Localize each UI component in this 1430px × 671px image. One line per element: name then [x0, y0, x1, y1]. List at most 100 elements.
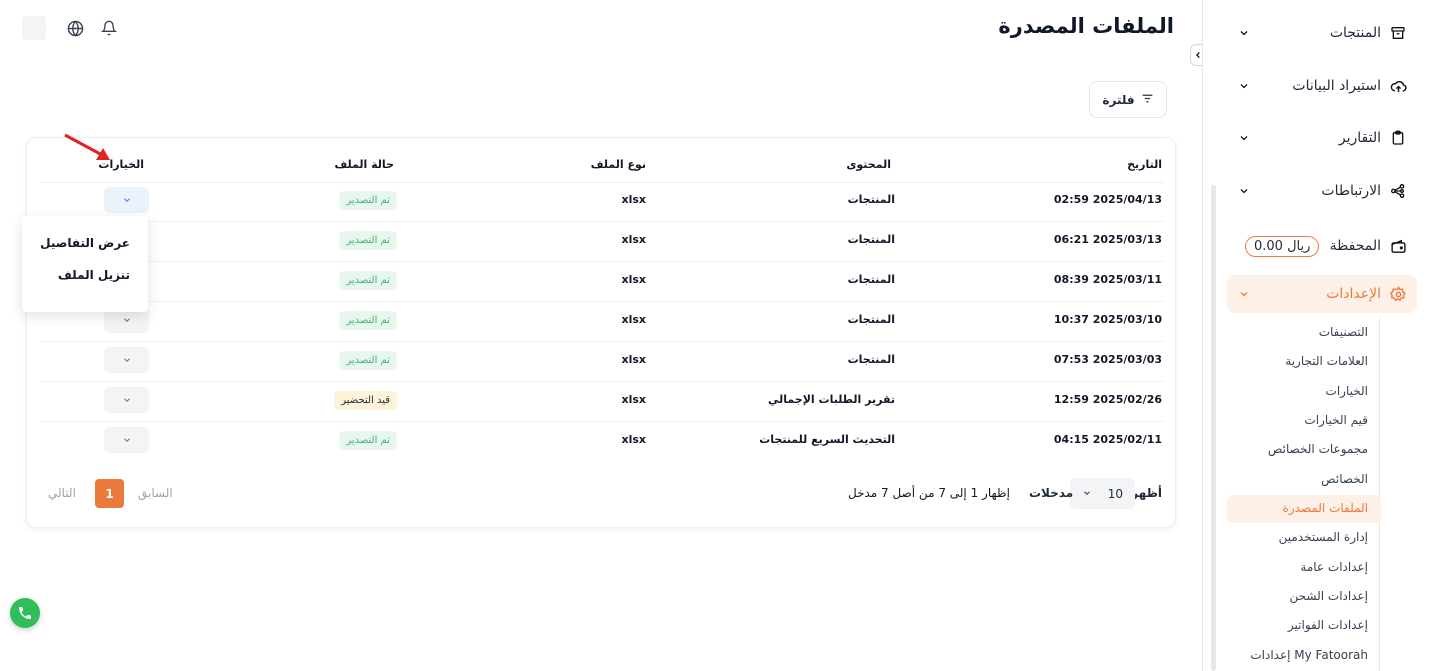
prev-page-button[interactable]: السابق — [138, 486, 173, 500]
sidebar-item-label: الإعدادات — [1326, 286, 1381, 302]
cell-type: xlsx — [621, 273, 646, 286]
chevron-down-icon — [123, 438, 130, 442]
chevron-up-icon — [1237, 287, 1251, 301]
submenu-item[interactable]: إعدادات عامة — [1300, 560, 1368, 574]
chevron-down-icon — [1237, 184, 1251, 198]
entries-label: مدخلات — [1029, 486, 1074, 500]
cell-content: المنتجات — [847, 233, 895, 246]
filter-icon — [1141, 92, 1154, 108]
cell-type: xlsx — [621, 353, 646, 366]
sidebar-item-data-import[interactable]: استيراد البيانات — [1227, 67, 1417, 105]
submenu-item[interactable]: العلامات التجارية — [1285, 354, 1368, 368]
status-badge: تم التصدير — [339, 311, 397, 330]
cell-date: 04:15 2025/02/11 — [1053, 433, 1162, 446]
next-page-button[interactable]: التالي — [48, 486, 76, 500]
archive-box-icon — [1389, 24, 1407, 42]
cell-date: 02:59 2025/04/13 — [1053, 193, 1162, 206]
status-badge: تم التصدير — [339, 431, 397, 450]
row-options-button[interactable] — [104, 387, 149, 413]
submenu-item[interactable]: الخيارات — [1326, 384, 1368, 398]
row-options-button[interactable] — [104, 347, 149, 373]
chevron-down-icon — [1082, 487, 1092, 501]
cell-date: 12:59 2025/02/26 — [1053, 393, 1162, 406]
row-divider — [40, 381, 1164, 382]
cell-type: xlsx — [621, 193, 646, 206]
col-header-status: حالة الملف — [334, 158, 394, 171]
chevron-down-icon — [123, 318, 130, 322]
sidebar-item-label: الارتباطات — [1321, 183, 1381, 199]
exports-table-card — [26, 137, 1176, 528]
status-badge: تم التصدير — [339, 351, 397, 370]
sidebar-item-label: استيراد البيانات — [1292, 78, 1381, 94]
submenu-item[interactable]: التصنيفات — [1319, 325, 1368, 339]
gear-icon — [1389, 285, 1407, 303]
sidebar-item-products[interactable]: المنتجات — [1227, 14, 1417, 52]
submenu-item[interactable]: الخصائص — [1321, 472, 1368, 486]
globe-icon[interactable] — [65, 18, 85, 38]
cell-content: المنتجات — [847, 353, 895, 366]
chevron-down-icon — [123, 198, 130, 202]
clipboard-icon — [1389, 129, 1407, 147]
row-options-button[interactable] — [104, 187, 149, 213]
cell-date: 08:39 2025/03/11 — [1053, 273, 1162, 286]
sidebar-item-label: المنتجات — [1329, 25, 1381, 41]
bell-icon[interactable] — [99, 18, 119, 38]
options-dropdown-menu: عرض التفاصيل تنزيل الملف — [22, 216, 148, 312]
submenu-item[interactable]: إعدادات الفواتير — [1288, 618, 1368, 632]
sidebar-item-label: المحفظة — [1329, 238, 1381, 254]
status-badge: تم التصدير — [339, 271, 397, 290]
cloud-upload-icon — [1389, 77, 1407, 95]
row-divider — [40, 341, 1164, 342]
current-page-button[interactable]: 1 — [95, 479, 124, 508]
whatsapp-icon[interactable] — [10, 598, 40, 628]
avatar[interactable] — [22, 16, 46, 40]
submenu-item[interactable]: إدارة المستخدمين — [1279, 530, 1368, 544]
filter-button[interactable]: فلترة — [1089, 81, 1167, 118]
cell-date: 07:53 2025/03/03 — [1053, 353, 1162, 366]
cell-type: xlsx — [621, 233, 646, 246]
filter-label: فلترة — [1102, 92, 1135, 107]
cell-content: تقرير الطلبات الإجمالي — [768, 393, 895, 406]
sidebar-item-reports[interactable]: التقارير — [1227, 119, 1417, 157]
row-divider — [40, 421, 1164, 422]
chevron-down-icon — [123, 398, 130, 402]
cell-type: xlsx — [621, 433, 646, 446]
submenu-item[interactable]: قيم الخيارات — [1304, 413, 1368, 427]
sidebar-item-wallet[interactable]: المحفظة 0.00 ريال — [1227, 227, 1417, 265]
menu-item-download-file[interactable]: تنزيل الملف — [58, 268, 130, 282]
menu-item-view-details[interactable]: عرض التفاصيل — [40, 236, 130, 250]
show-label: أظهر — [1131, 486, 1162, 500]
share-nodes-icon — [1389, 182, 1407, 200]
per-page-select[interactable]: 10 — [1070, 478, 1135, 509]
cell-content: المنتجات — [847, 193, 895, 206]
chevron-down-icon — [1237, 79, 1251, 93]
status-badge: تم التصدير — [339, 191, 397, 210]
col-header-type: نوع الملف — [590, 158, 646, 171]
cell-content: التحديث السريع للمنتجات — [759, 433, 895, 446]
status-badge: تم التصدير — [339, 231, 397, 250]
sidebar-item-integrations[interactable]: الارتباطات — [1227, 172, 1417, 210]
col-header-content: المحتوى — [846, 158, 891, 171]
page-title: الملفات المصدرة — [998, 14, 1174, 38]
sidebar-item-label: التقارير — [1338, 130, 1381, 146]
col-header-date: التاريخ — [1127, 158, 1162, 171]
cell-date: 06:21 2025/03/13 — [1053, 233, 1162, 246]
submenu-item[interactable]: الملفات المصدرة — [1283, 501, 1368, 515]
submenu-item[interactable]: إعدادات الشحن — [1290, 589, 1369, 603]
row-options-button[interactable] — [104, 427, 149, 453]
cell-content: المنتجات — [847, 273, 895, 286]
wallet-icon — [1389, 237, 1407, 255]
cell-content: المنتجات — [847, 313, 895, 326]
submenu-item[interactable]: مجموعات الخصائص — [1268, 442, 1368, 456]
divider — [40, 182, 1164, 183]
chevron-down-icon — [1237, 131, 1251, 145]
wallet-balance-badge: 0.00 ريال — [1245, 235, 1320, 257]
scrollbar[interactable] — [1211, 185, 1216, 671]
chevron-down-icon — [123, 358, 130, 362]
submenu-item[interactable]: إعدادات My Fatoorah — [1250, 648, 1368, 662]
row-divider — [40, 261, 1164, 262]
sidebar-item-settings[interactable]: الإعدادات — [1227, 275, 1417, 313]
cell-type: xlsx — [621, 393, 646, 406]
chevron-down-icon — [1237, 26, 1251, 40]
row-divider — [40, 221, 1164, 222]
